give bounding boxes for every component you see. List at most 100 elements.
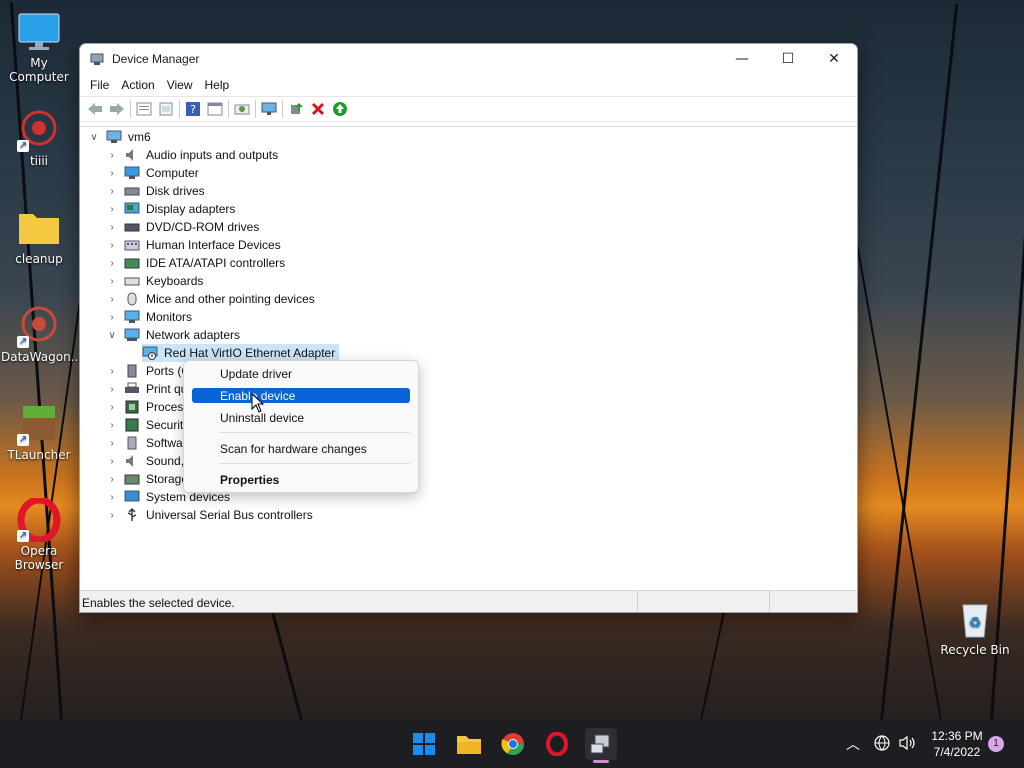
properties-icon[interactable]	[133, 98, 155, 120]
chevron-right-icon[interactable]: ›	[106, 402, 118, 413]
chevron-down-icon[interactable]: ∨	[106, 330, 118, 341]
volume-icon[interactable]	[898, 735, 916, 754]
tree-category-expanded[interactable]: ∨ Network adapters	[106, 326, 240, 344]
chevron-right-icon[interactable]: ›	[106, 186, 118, 197]
desktop-icon-cleanup[interactable]: cleanup	[1, 206, 77, 266]
chevron-right-icon[interactable]: ›	[106, 456, 118, 467]
update-driver-icon[interactable]	[204, 98, 226, 120]
chevron-right-icon[interactable]: ›	[106, 168, 118, 179]
menu-item-enable-device[interactable]: Enable device	[192, 388, 410, 403]
scan-icon[interactable]	[231, 98, 253, 120]
tree-category[interactable]: › Security	[106, 416, 189, 434]
chevron-right-icon[interactable]: ›	[106, 366, 118, 377]
menu-bar: File Action View Help	[80, 74, 857, 96]
chevron-right-icon[interactable]: ›	[106, 312, 118, 323]
tree-category[interactable]: › Process	[106, 398, 189, 416]
tree-category[interactable]: › Ports (C	[106, 362, 190, 380]
tree-category[interactable]: › Computer	[106, 164, 198, 182]
tree-category[interactable]: › Print qu	[106, 380, 187, 398]
chevron-right-icon[interactable]: ›	[106, 204, 118, 215]
desktop-icon-tlauncher[interactable]: ↗ TLauncher	[1, 402, 77, 462]
hid-icon	[124, 238, 140, 252]
tree-category[interactable]: › Softwar	[106, 434, 186, 452]
desktop-icon-tiiii[interactable]: ↗ tiiii	[1, 108, 77, 168]
chevron-right-icon[interactable]: ›	[106, 150, 118, 161]
chevron-down-icon[interactable]: ∨	[88, 132, 100, 143]
menu-item-scan-hardware[interactable]: Scan for hardware changes	[192, 441, 410, 456]
title-bar[interactable]: Device Manager — ☐ ✕	[80, 44, 857, 74]
folder-icon	[17, 206, 61, 250]
chevron-right-icon[interactable]: ›	[106, 384, 118, 395]
context-menu: Update driver Enable device Uninstall de…	[183, 360, 419, 493]
chrome-icon[interactable]	[497, 728, 529, 760]
monitor-icon[interactable]	[258, 98, 280, 120]
speaker-icon	[124, 148, 140, 162]
clock-date[interactable]: 7/4/2022	[926, 745, 988, 759]
toolbar: ?	[80, 96, 857, 122]
menu-item-update-driver[interactable]: Update driver	[192, 366, 410, 381]
tree-category[interactable]: › Human Interface Devices	[106, 236, 281, 254]
show-hide-icon[interactable]	[155, 98, 177, 120]
device-manager-window: Device Manager — ☐ ✕ File Action View He…	[79, 43, 858, 613]
tree-category-label: Disk drives	[146, 184, 205, 198]
chevron-right-icon[interactable]: ›	[106, 492, 118, 503]
chevron-right-icon[interactable]: ›	[106, 276, 118, 287]
tree-category[interactable]: › DVD/CD-ROM drives	[106, 218, 259, 236]
chevron-right-icon[interactable]: ›	[106, 222, 118, 233]
network-icon[interactable]	[874, 735, 890, 754]
tree-category[interactable]: › Universal Serial Bus controllers	[106, 506, 313, 524]
desktop-icon-datawagon[interactable]: ↗ DataWagon...	[1, 304, 82, 364]
chevron-right-icon[interactable]: ›	[106, 294, 118, 305]
computer-icon	[106, 130, 122, 144]
menu-file[interactable]: File	[84, 78, 115, 92]
device-manager-icon	[90, 52, 104, 66]
forward-icon[interactable]	[106, 98, 128, 120]
opera-icon[interactable]	[541, 728, 573, 760]
menu-action[interactable]: Action	[115, 78, 160, 92]
start-icon[interactable]	[408, 728, 440, 760]
display-adapter-icon	[124, 202, 140, 216]
menu-item-uninstall-device[interactable]: Uninstall device	[192, 410, 410, 425]
menu-item-properties[interactable]: Properties	[192, 472, 410, 487]
tree-category[interactable]: › Sound,	[106, 452, 184, 470]
maximize-button[interactable]: ☐	[765, 44, 811, 74]
chevron-up-icon[interactable]: ︿	[846, 734, 860, 754]
tree-category[interactable]: › Display adapters	[106, 200, 235, 218]
tree-category[interactable]: › Mice and other pointing devices	[106, 290, 314, 308]
desktop-icon-my-computer[interactable]: My Computer	[1, 10, 77, 84]
tree-category[interactable]: › Disk drives	[106, 182, 205, 200]
menu-view[interactable]: View	[161, 78, 199, 92]
clock-time[interactable]: 12:36 PM	[926, 729, 988, 743]
chevron-right-icon[interactable]: ›	[106, 438, 118, 449]
tree-category[interactable]: › Audio inputs and outputs	[106, 146, 278, 164]
chevron-right-icon[interactable]: ›	[106, 510, 118, 521]
uninstall-icon[interactable]	[307, 98, 329, 120]
chevron-right-icon[interactable]: ›	[106, 420, 118, 431]
file-explorer-icon[interactable]	[453, 728, 485, 760]
desktop-icon-recycle-bin[interactable]: ♻ Recycle Bin	[937, 597, 1013, 657]
tree-category-label: Universal Serial Bus controllers	[146, 508, 313, 522]
device-manager-icon[interactable]	[585, 728, 617, 760]
minimize-button[interactable]: —	[719, 44, 765, 74]
tree-root[interactable]: ∨ vm6	[88, 128, 150, 146]
close-button[interactable]: ✕	[811, 44, 857, 74]
desktop-icon-opera[interactable]: ↗ Opera Browser	[1, 496, 77, 572]
chevron-right-icon[interactable]: ›	[106, 240, 118, 251]
tree-category[interactable]: › Monitors	[106, 308, 192, 326]
add-legacy-icon[interactable]	[285, 98, 307, 120]
mouse-cursor-icon	[251, 392, 265, 416]
minecraft-icon: ↗	[17, 402, 61, 446]
status-bar: Enables the selected device.	[80, 590, 857, 612]
enable-icon[interactable]	[329, 98, 351, 120]
tree-category-label: Human Interface Devices	[146, 238, 281, 252]
notification-badge[interactable]: 1	[988, 736, 1004, 752]
tree-category[interactable]: › IDE ATA/ATAPI controllers	[106, 254, 285, 272]
chevron-right-icon[interactable]: ›	[106, 474, 118, 485]
help-icon[interactable]: ?	[182, 98, 204, 120]
menu-help[interactable]: Help	[199, 78, 236, 92]
back-icon[interactable]	[84, 98, 106, 120]
network-adapter-icon	[124, 328, 140, 342]
tree-category[interactable]: › Keyboards	[106, 272, 203, 290]
chevron-right-icon[interactable]: ›	[106, 258, 118, 269]
tree-category[interactable]: › Storage	[106, 470, 188, 488]
